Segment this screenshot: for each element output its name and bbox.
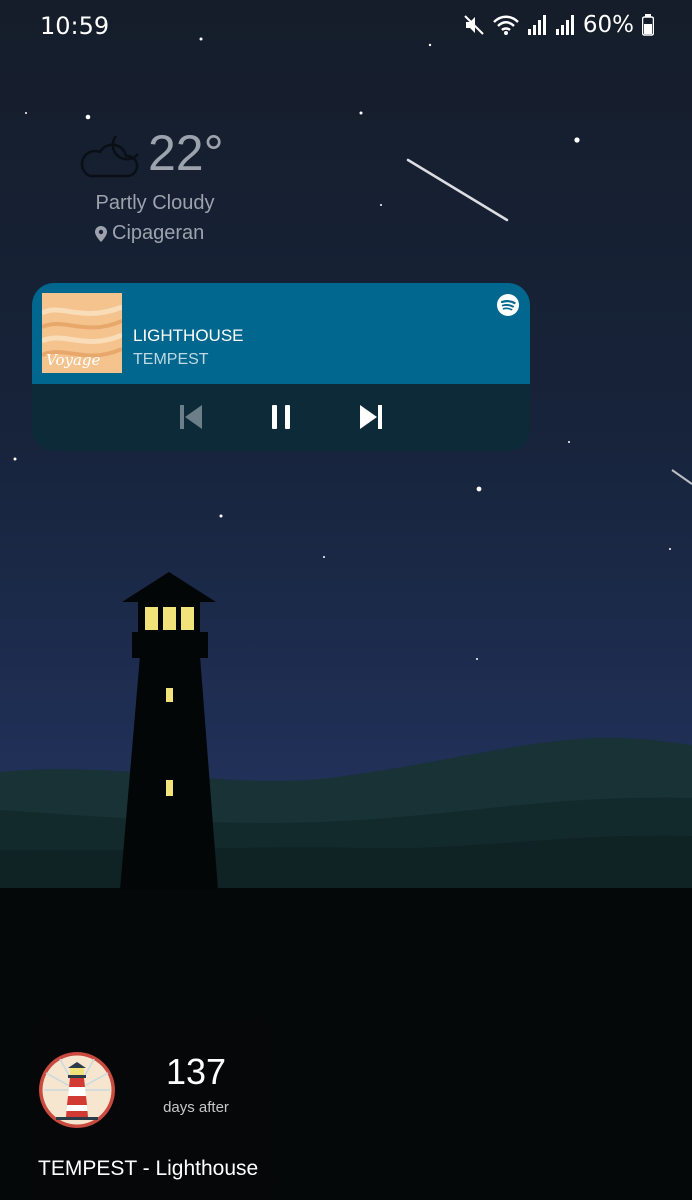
lighthouse-icon bbox=[39, 1052, 115, 1128]
weather-location-text: Cipageran bbox=[112, 222, 205, 244]
track-title: LIGHTHOUSE bbox=[133, 326, 244, 345]
day-counter-widget[interactable]: 137 days after TEMPEST - Lighthouse bbox=[32, 1021, 273, 1200]
previous-button[interactable] bbox=[174, 399, 208, 435]
album-art: Voyage bbox=[42, 293, 122, 373]
status-icons: 60% bbox=[463, 12, 654, 38]
pause-icon bbox=[272, 405, 290, 429]
shooting-star bbox=[671, 469, 692, 485]
media-player[interactable]: Voyage LIGHTHOUSE TEMPEST bbox=[32, 283, 530, 451]
location-pin-icon bbox=[95, 225, 107, 242]
battery-icon bbox=[642, 14, 654, 36]
status-time: 10:59 bbox=[40, 12, 110, 40]
spotify-icon[interactable] bbox=[496, 293, 520, 317]
shooting-star bbox=[406, 158, 509, 222]
weather-widget[interactable]: 22° Partly Cloudy Cipageran bbox=[70, 120, 280, 250]
next-button[interactable] bbox=[354, 399, 388, 435]
mute-icon bbox=[464, 15, 484, 35]
day-count: 137 bbox=[165, 1051, 227, 1092]
day-count-label: days after bbox=[163, 1099, 229, 1116]
weather-temperature: 22° bbox=[148, 125, 224, 181]
signal-icon bbox=[555, 15, 574, 35]
media-player-header[interactable]: Voyage LIGHTHOUSE TEMPEST bbox=[32, 283, 530, 384]
weather-location: Cipageran bbox=[94, 222, 204, 245]
pause-button[interactable] bbox=[264, 399, 298, 435]
lighthouse-silhouette bbox=[120, 572, 218, 890]
weather-condition: Partly Cloudy bbox=[95, 192, 215, 214]
next-icon bbox=[360, 405, 382, 429]
battery-percent: 60% bbox=[582, 12, 634, 38]
previous-icon bbox=[180, 405, 202, 429]
status-bar: 10:59 60% bbox=[0, 0, 692, 56]
day-counter-title: TEMPEST - Lighthouse bbox=[38, 1157, 259, 1180]
track-artist: TEMPEST bbox=[133, 351, 209, 368]
signal-icon bbox=[527, 15, 546, 35]
wifi-icon bbox=[493, 15, 519, 35]
album-art-text: Voyage bbox=[46, 351, 101, 369]
partly-cloudy-night-icon bbox=[80, 135, 139, 178]
